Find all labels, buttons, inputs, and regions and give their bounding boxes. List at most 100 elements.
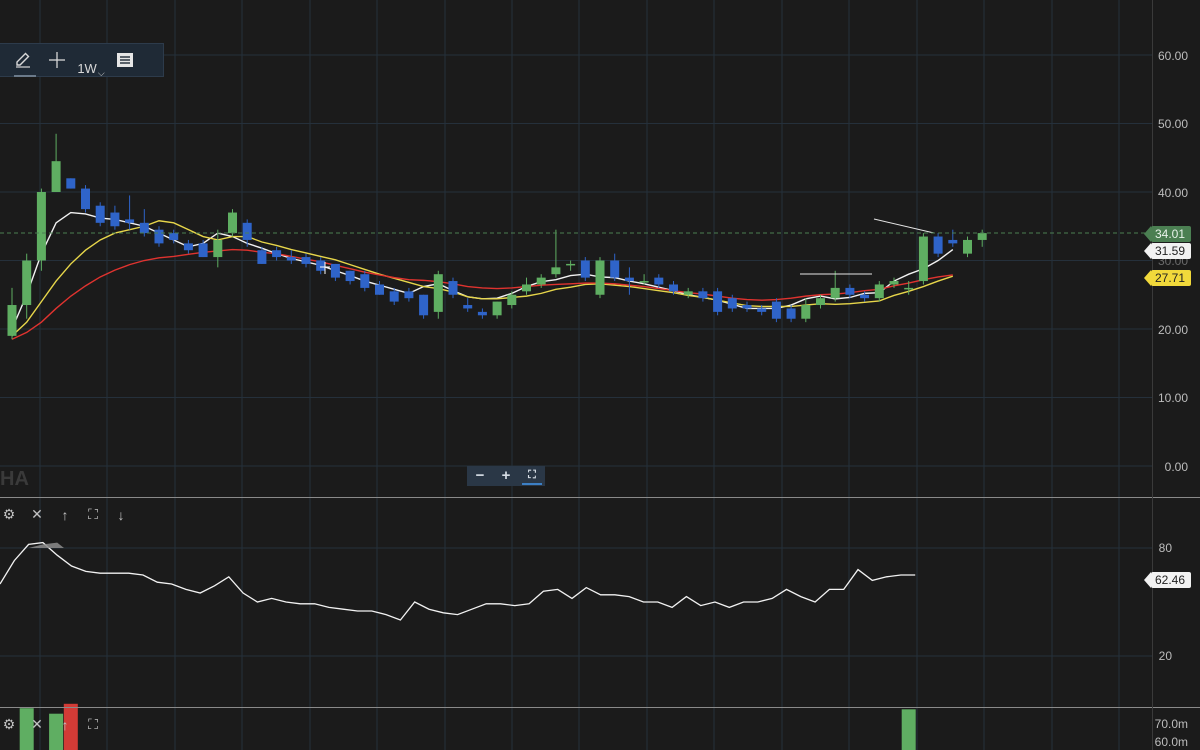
candle-body-63 <box>933 236 943 254</box>
candle-body-22 <box>330 263 340 278</box>
fit-screen-button[interactable]: ⛶ <box>522 467 542 485</box>
gear-icon[interactable]: ⚙ <box>1 716 17 733</box>
candle-body-51 <box>757 308 767 312</box>
volume-panel-tools: ⚙ ✕ ↑ ⛶ <box>1 716 101 733</box>
y-tick-60: 60.00 <box>1157 49 1188 63</box>
close-icon[interactable]: ✕ <box>29 716 45 733</box>
rsi-tick-20: 20 <box>1158 649 1172 663</box>
candle-body-34 <box>507 294 517 306</box>
rsi-series <box>0 541 916 621</box>
volume-bars <box>19 703 916 750</box>
candle-body-15 <box>228 212 237 234</box>
candle-body-3 <box>51 161 61 192</box>
candle-body-62 <box>918 236 928 282</box>
candle-body-43 <box>639 281 649 283</box>
candle-body-42 <box>624 277 634 282</box>
candle-body-46 <box>683 291 693 295</box>
sma-yellow-price-tag: 27.71 <box>1143 270 1192 286</box>
candle-body-20 <box>301 257 311 264</box>
candle-body-58 <box>860 294 870 299</box>
panel-dividers <box>0 0 1200 750</box>
gear-icon[interactable]: ⚙ <box>1 506 17 523</box>
moving-averages <box>11 211 954 340</box>
arrow-up-icon[interactable]: ↑ <box>57 507 73 523</box>
candle-body-4 <box>66 178 76 189</box>
candle-body-8 <box>125 219 135 223</box>
candle-body-14 <box>213 239 223 258</box>
close-icon[interactable]: ✕ <box>29 506 45 523</box>
candle-body-32 <box>477 311 487 316</box>
candle-body-7 <box>110 212 120 227</box>
chevron-down-icon: ⌵ <box>97 68 105 78</box>
candle-body-40 <box>595 260 605 295</box>
candle-body-16 <box>242 222 252 240</box>
y-tick-50: 50.00 <box>1157 117 1188 131</box>
list-icon <box>117 53 133 67</box>
volume-bar-3 <box>901 709 916 750</box>
candle-body-31 <box>463 305 473 309</box>
arrow-up-icon[interactable]: ↑ <box>57 717 73 733</box>
symbol-watermark: HA <box>0 468 29 490</box>
candle-body-64 <box>948 239 958 244</box>
timeframe-label: 1W <box>77 61 97 76</box>
data-table-button[interactable] <box>108 44 142 76</box>
user-drawings <box>320 218 935 275</box>
arrow-down-icon[interactable]: ↓ <box>113 507 129 523</box>
zoom-controls: − + ⛶ <box>467 466 545 486</box>
rsi-tick-80: 80 <box>1158 541 1172 555</box>
candle-body-23 <box>345 270 355 282</box>
y-tick-10: 10.00 <box>1157 391 1188 405</box>
candle-body-21 <box>316 260 326 271</box>
expand-icon[interactable]: ⛶ <box>85 716 101 733</box>
candle-body-30 <box>448 281 458 295</box>
candle-body-57 <box>845 287 855 295</box>
timeframe-selector[interactable]: 1W ⌵ <box>74 44 108 78</box>
candle-body-25 <box>375 284 384 295</box>
y-tick-40: 40.00 <box>1157 186 1188 200</box>
candle-body-38 <box>566 263 576 266</box>
candle-body-11 <box>169 233 179 240</box>
candle-body-10 <box>154 229 164 244</box>
candle-body-41 <box>610 260 620 278</box>
candle-body-56 <box>830 287 840 299</box>
candle-body-55 <box>816 298 825 306</box>
candle-body-54 <box>801 305 811 319</box>
candle-body-1 <box>22 260 32 306</box>
sma-white-price-tag: 31.59 <box>1143 243 1192 259</box>
candle-body-49 <box>727 298 737 309</box>
zoom-out-button[interactable]: − <box>470 468 490 484</box>
last-price-tag: 34.01 <box>1143 226 1192 242</box>
candle-body-65 <box>963 239 972 254</box>
drawing-trend-line <box>873 218 935 234</box>
candle-body-2 <box>36 192 46 261</box>
chart-canvas[interactable] <box>0 0 1200 750</box>
candle-body-24 <box>360 274 370 288</box>
candle-body-39 <box>580 260 590 278</box>
candle-body-9 <box>139 222 149 234</box>
candle-body-33 <box>492 301 502 316</box>
candle-body-47 <box>698 291 708 299</box>
expand-icon[interactable]: ⛶ <box>85 506 101 523</box>
candle-body-66 <box>977 233 987 240</box>
candle-body-37 <box>551 267 561 275</box>
candle-body-35 <box>522 284 531 292</box>
candle-body-27 <box>404 291 414 299</box>
candle-body-12 <box>183 243 193 251</box>
candle-body-26 <box>389 291 399 302</box>
y-tick-0: 0.00 <box>1164 460 1188 474</box>
candle-body-13 <box>198 243 208 258</box>
candle-body-0 <box>7 305 17 336</box>
grid <box>0 0 1152 750</box>
chart-toolbar: 1W ⌵ <box>0 43 164 78</box>
rsi-panel-tools: ⚙ ✕ ↑ ⛶ ↓ <box>1 506 129 523</box>
zoom-in-button[interactable]: + <box>496 468 516 484</box>
crosshair-button[interactable] <box>40 44 74 76</box>
draw-tool-button[interactable] <box>6 44 40 77</box>
vol-tick-60m: 60.0m <box>1154 735 1188 749</box>
candle-body-36 <box>536 277 546 285</box>
crosshair-icon <box>49 52 65 68</box>
candle-body-17 <box>257 250 267 264</box>
pencil-icon <box>16 52 30 68</box>
candles <box>7 133 987 340</box>
candle-body-6 <box>95 205 105 223</box>
